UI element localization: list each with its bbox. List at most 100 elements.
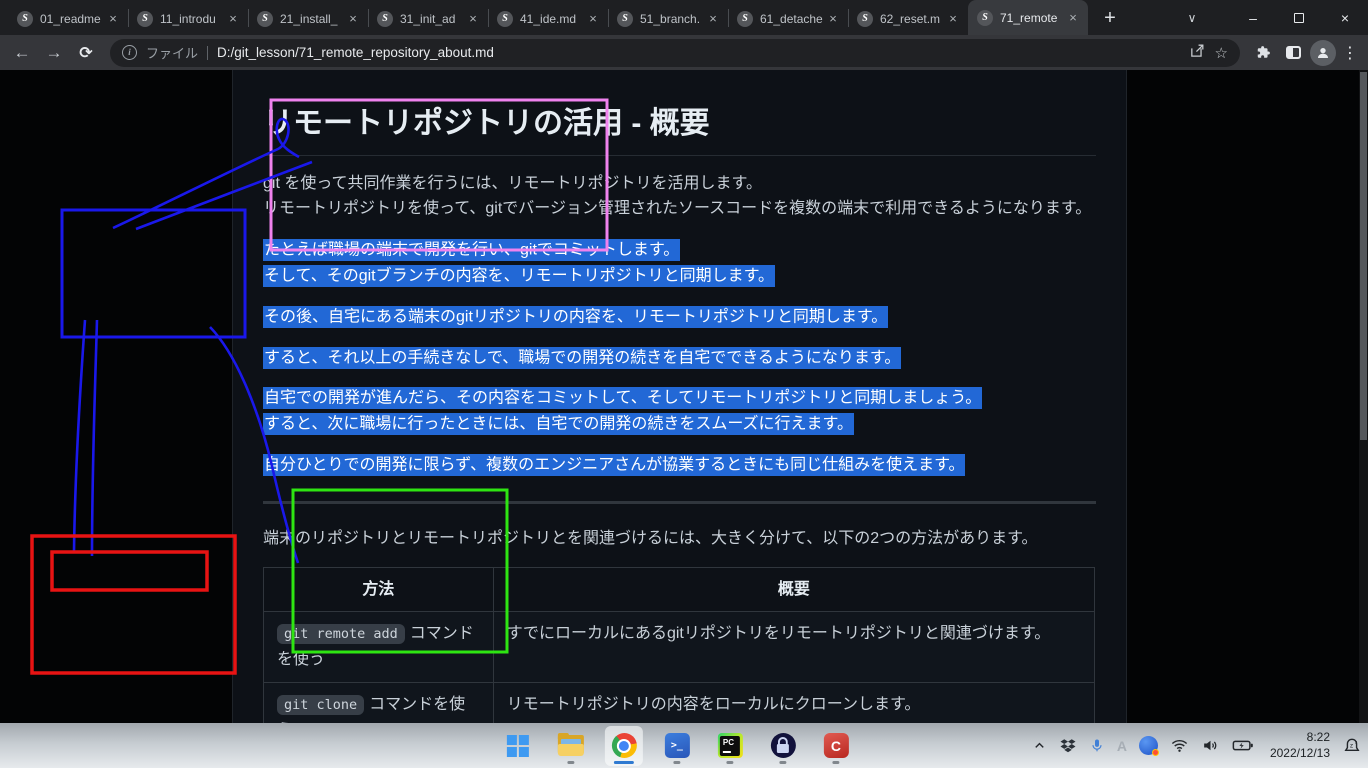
tab-close-icon[interactable]: × <box>105 11 121 27</box>
browser-tab-strip: S 01_readme × S 11_introdu × S 21_instal… <box>0 0 1368 35</box>
tab-21-install[interactable]: S 21_install_ × <box>248 2 368 35</box>
tab-close-icon[interactable]: × <box>705 11 721 27</box>
keepass-button[interactable] <box>764 726 802 766</box>
favicon-glyph: S <box>862 14 868 24</box>
ime-indicator[interactable]: A <box>1117 738 1127 754</box>
favicon-glyph: S <box>262 14 268 24</box>
pycharm-icon: PC <box>717 733 742 758</box>
intro-line-1: git を使って共同作業を行うには、リモートリポジトリを活用します。 <box>263 175 762 192</box>
camtasia-button[interactable]: C <box>817 726 855 766</box>
side-panel-glyph <box>1286 46 1301 59</box>
microphone-icon[interactable] <box>1089 736 1105 755</box>
back-button[interactable]: ← <box>6 43 38 63</box>
tab-label: 51_branch. <box>640 12 705 26</box>
tab-close-icon[interactable]: × <box>1065 10 1081 26</box>
page-viewport: リモートリポジトリの活用 - 概要 git を使って共同作業を行うには、リモート… <box>0 70 1368 723</box>
methods-table: 方法 概要 git remote addコマンドを使う すでにローカルにあるgi… <box>263 567 1095 723</box>
tab-61-detach[interactable]: S 61_detache × <box>728 2 848 35</box>
page-info-icon[interactable]: i <box>122 45 137 60</box>
tab-close-icon[interactable]: × <box>225 11 241 27</box>
clock-time: 8:22 <box>1307 730 1330 744</box>
chrome-button[interactable] <box>605 726 643 766</box>
minimize-button[interactable]: – <box>1230 0 1276 35</box>
active-app-indicator <box>614 761 634 764</box>
info-glyph: i <box>128 48 131 57</box>
running-indicator <box>726 761 733 764</box>
selected-text: その後、自宅にある端末のgitリポジトリの内容を、リモートリポジトリと同期します… <box>263 306 888 328</box>
markdown-content: リモートリポジトリの活用 - 概要 git を使って共同作業を行うには、リモート… <box>232 70 1127 723</box>
notification-bell-icon[interactable]: zz <box>1342 736 1362 756</box>
reload-button[interactable]: ⟳ <box>70 43 102 63</box>
paragraph-selected-b: その後、自宅にある端末のgitリポジトリの内容を、リモートリポジトリと同期します… <box>263 304 1096 330</box>
cell-summary: リモートリポジトリの内容をローカルにクローンします。 <box>493 683 1094 723</box>
terminal-button[interactable]: >_ <box>658 726 696 766</box>
screen: S 01_readme × S 11_introdu × S 21_instal… <box>0 0 1368 768</box>
tab-01-readme[interactable]: S 01_readme × <box>8 2 128 35</box>
favicon-glyph: S <box>622 14 628 24</box>
tab-62-reset[interactable]: S 62_reset.m × <box>848 2 968 35</box>
pycharm-button[interactable]: PC <box>711 726 749 766</box>
tabs-container: S 01_readme × S 11_introdu × S 21_instal… <box>0 0 1124 35</box>
battery-icon[interactable] <box>1232 736 1254 755</box>
tab-close-icon[interactable]: × <box>825 11 841 27</box>
favicon-glyph: S <box>382 14 388 24</box>
markdown-favicon: S <box>497 11 513 27</box>
tab-close-icon[interactable]: × <box>465 11 481 27</box>
taskbar-clock[interactable]: 8:22 2022/12/13 <box>1270 730 1330 761</box>
tab-close-icon[interactable]: × <box>945 11 961 27</box>
address-bar[interactable]: i ファイル D:/git_lesson/71_remote_repositor… <box>110 39 1240 67</box>
folder-icon <box>558 735 584 756</box>
paragraph-selected-e: 自分ひとりでの開発に限らず、複数のエンジニアさんが協業するときにも同じ仕組みを使… <box>263 453 1096 479</box>
clock-date: 2022/12/13 <box>1270 746 1330 760</box>
close-window-button[interactable]: × <box>1322 0 1368 35</box>
horizontal-rule <box>263 501 1096 504</box>
extensions-icon[interactable] <box>1248 44 1278 61</box>
url-separator <box>207 46 208 60</box>
markdown-favicon: S <box>137 11 153 27</box>
paragraph-selected-d: 自宅での開発が進んだら、その内容をコミットして、そしてリモートリポジトリと同期し… <box>263 386 1096 438</box>
maximize-button[interactable] <box>1276 0 1322 35</box>
scrollbar-thumb[interactable] <box>1360 72 1367 440</box>
windows-taskbar: >_ PC C A <box>0 723 1368 768</box>
dropbox-icon[interactable] <box>1059 737 1077 755</box>
new-tab-button[interactable]: + <box>1096 4 1124 32</box>
tab-label: 61_detache <box>760 12 825 26</box>
profile-avatar[interactable] <box>1310 40 1336 66</box>
tab-71-remote-active[interactable]: S 71_remote × <box>968 0 1088 35</box>
app-globe-icon[interactable] <box>1139 736 1158 755</box>
markdown-favicon: S <box>617 11 633 27</box>
bookmark-star-icon[interactable]: ☆ <box>1215 44 1228 62</box>
wifi-icon[interactable] <box>1170 736 1189 755</box>
share-icon[interactable] <box>1189 42 1206 64</box>
tray-chevron-up-icon[interactable] <box>1032 738 1047 753</box>
url-text: D:/git_lesson/71_remote_repository_about… <box>217 45 494 60</box>
markdown-favicon: S <box>977 10 993 26</box>
volume-icon[interactable] <box>1201 736 1220 755</box>
tab-label: 01_readme <box>40 12 105 26</box>
favicon-glyph: S <box>22 14 28 24</box>
side-panel-icon[interactable] <box>1278 46 1308 59</box>
tab-51-branch[interactable]: S 51_branch. × <box>608 2 728 35</box>
tab-label: 11_introdu <box>160 12 225 26</box>
tab-search-icon[interactable]: ∨ <box>1172 0 1212 35</box>
window-controls: ∨ – × <box>1172 0 1368 35</box>
file-explorer-button[interactable] <box>552 726 590 766</box>
tab-11-introdu[interactable]: S 11_introdu × <box>128 2 248 35</box>
table-header-row: 方法 概要 <box>264 567 1095 612</box>
selected-text: 自宅での開発が進んだら、その内容をコミットして、そしてリモートリポジトリと同期し… <box>263 387 982 409</box>
terminal-icon: >_ <box>664 733 689 758</box>
menu-icon[interactable]: ⋮ <box>1338 43 1362 63</box>
tab-close-icon[interactable]: × <box>585 11 601 27</box>
column-header-summary: 概要 <box>493 567 1094 612</box>
markdown-favicon: S <box>857 11 873 27</box>
tab-31-init-add[interactable]: S 31_init_ad × <box>368 2 488 35</box>
selected-text: たとえば職場の端末で開発を行い、gitでコミットします。 <box>263 239 680 261</box>
tab-41-ide[interactable]: S 41_ide.md × <box>488 2 608 35</box>
page-scrollbar[interactable] <box>1359 70 1368 723</box>
markdown-favicon: S <box>737 11 753 27</box>
forward-button[interactable]: → <box>38 43 70 63</box>
tab-close-icon[interactable]: × <box>345 11 361 27</box>
start-button[interactable] <box>499 726 537 766</box>
bell-z-label-small: z <box>1355 739 1358 744</box>
system-tray: A 8:22 2022/12/13 zz <box>1032 723 1362 768</box>
